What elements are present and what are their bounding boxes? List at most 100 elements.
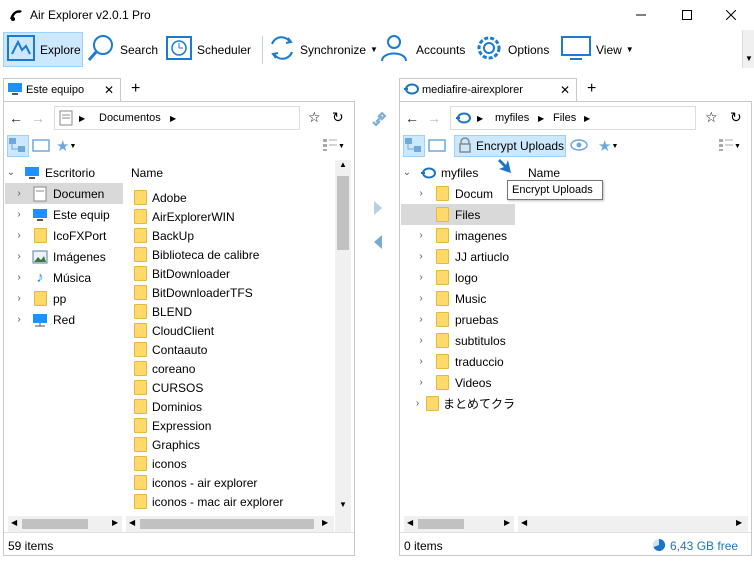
- list-item[interactable]: BitDownloaderTFS: [134, 283, 332, 302]
- list-item[interactable]: BackUp: [134, 226, 332, 245]
- new-folder-button[interactable]: [32, 135, 54, 157]
- back-arrow-icon[interactable]: ←: [9, 110, 23, 126]
- tree-item[interactable]: › pruebas: [401, 309, 515, 330]
- list-item[interactable]: Contaauto: [134, 340, 332, 359]
- tree-item[interactable]: › まとめてクラ: [401, 393, 515, 414]
- left-address-bar[interactable]: ▶ Documentos ▶: [54, 106, 300, 130]
- chevron-right-icon[interactable]: ›: [415, 314, 427, 325]
- list-item[interactable]: CloudClient: [134, 321, 332, 340]
- layout-button[interactable]: ▼: [322, 135, 352, 157]
- chevron-down-icon[interactable]: ⌄: [5, 167, 17, 178]
- favorites-button[interactable]: ★ ▼: [598, 135, 624, 157]
- accounts-button[interactable]: Accounts: [380, 32, 470, 67]
- chevron-right-icon[interactable]: ›: [415, 377, 427, 388]
- chevron-right-icon[interactable]: ›: [13, 314, 25, 325]
- scroll-right-icon[interactable]: ▶: [736, 518, 742, 527]
- list-item[interactable]: CURSOS: [134, 378, 332, 397]
- back-arrow-icon[interactable]: ←: [405, 110, 419, 126]
- chevron-right-icon[interactable]: ›: [415, 335, 427, 346]
- chevron-right-icon[interactable]: ›: [415, 356, 427, 367]
- tree-item[interactable]: › logo: [401, 267, 515, 288]
- scroll-thumb[interactable]: [337, 176, 349, 250]
- scroll-left-icon[interactable]: ◀: [407, 518, 413, 527]
- right-tree-hscrollbar[interactable]: ◀ ▶: [404, 516, 514, 532]
- link-panes-icon[interactable]: [370, 110, 388, 131]
- new-folder-button[interactable]: [428, 135, 450, 157]
- tree-item-este-equipo[interactable]: › Este equip: [5, 204, 123, 225]
- tree-item-escritorio[interactable]: ⌄ Escritorio: [5, 162, 123, 183]
- breadcrumb-myfiles[interactable]: myfiles: [495, 112, 529, 124]
- layout-button[interactable]: ▼: [718, 135, 748, 157]
- scheduler-button[interactable]: Scheduler: [165, 32, 255, 67]
- tree-item-icofxport[interactable]: › IcoFXPort: [5, 225, 123, 246]
- chevron-right-icon[interactable]: ›: [13, 209, 25, 220]
- scroll-right-icon[interactable]: ▶: [322, 518, 328, 527]
- tree-item[interactable]: › subtitulos: [401, 330, 515, 351]
- tree-item[interactable]: › imagenes: [401, 225, 515, 246]
- chevron-right-icon[interactable]: ›: [13, 272, 25, 283]
- list-item[interactable]: iconos - air explorer: [134, 473, 332, 492]
- list-item[interactable]: BitDownloader: [134, 264, 332, 283]
- add-tab-button[interactable]: +: [131, 80, 140, 98]
- scroll-down-icon[interactable]: ▼: [339, 500, 347, 509]
- tree-view-button[interactable]: [7, 135, 29, 157]
- list-item[interactable]: BLEND: [134, 302, 332, 321]
- close-tab-icon[interactable]: ✕: [104, 83, 114, 97]
- chevron-right-icon[interactable]: ›: [415, 251, 427, 262]
- list-item[interactable]: AirExplorerWIN: [134, 207, 332, 226]
- star-icon[interactable]: ☆: [308, 109, 321, 126]
- tree-item-red[interactable]: › Red: [5, 309, 123, 330]
- breadcrumb-files[interactable]: Files: [553, 112, 576, 124]
- left-vertical-scrollbar[interactable]: ▲ ▼: [335, 160, 351, 532]
- scroll-left-icon[interactable]: ◀: [521, 518, 527, 527]
- tree-view-button[interactable]: [403, 135, 425, 157]
- tree-item-pp[interactable]: › pp: [5, 288, 123, 309]
- synchronize-button[interactable]: Synchronize ▼: [268, 32, 378, 67]
- close-button[interactable]: [708, 0, 754, 30]
- chevron-down-icon[interactable]: ⌄: [401, 167, 413, 178]
- chevron-right-icon[interactable]: ›: [13, 251, 25, 262]
- list-item[interactable]: coreano: [134, 359, 332, 378]
- chevron-right-icon[interactable]: ›: [13, 188, 25, 199]
- tree-item[interactable]: Files: [401, 204, 515, 225]
- scroll-left-icon[interactable]: ◀: [129, 518, 135, 527]
- tab-este-equipo[interactable]: Este equipo ✕: [3, 78, 121, 101]
- forward-arrow-icon[interactable]: →: [427, 110, 441, 126]
- list-item[interactable]: iconos: [134, 454, 332, 473]
- tree-item-documentos[interactable]: › Documen: [5, 183, 123, 204]
- list-item[interactable]: Dominios: [134, 397, 332, 416]
- refresh-icon[interactable]: ↻: [730, 109, 742, 126]
- chevron-right-icon[interactable]: ›: [415, 230, 427, 241]
- search-button[interactable]: Search: [86, 32, 158, 67]
- view-button[interactable]: View ▼: [560, 32, 635, 67]
- list-item[interactable]: Biblioteca de calibre: [134, 245, 332, 264]
- tree-item[interactable]: › Videos: [401, 372, 515, 393]
- scroll-thumb[interactable]: [418, 519, 464, 529]
- left-list-hscrollbar[interactable]: ◀ ▶: [126, 516, 334, 532]
- tree-item[interactable]: › JJ artiuclo: [401, 246, 515, 267]
- tree-item-musica[interactable]: › ♪ Música: [5, 267, 123, 288]
- copy-right-icon[interactable]: [372, 200, 384, 219]
- tree-item[interactable]: › Docum: [401, 183, 515, 204]
- tree-item[interactable]: › Music: [401, 288, 515, 309]
- options-button[interactable]: Options: [474, 32, 556, 67]
- star-icon[interactable]: ☆: [705, 109, 718, 126]
- tab-mediafire-airexplorer[interactable]: mediafire-airexplorer ✕: [399, 78, 577, 101]
- chevron-right-icon[interactable]: ›: [415, 188, 427, 199]
- add-tab-button[interactable]: +: [587, 80, 596, 98]
- chevron-right-icon[interactable]: ›: [415, 272, 427, 283]
- maximize-button[interactable]: [664, 0, 710, 30]
- tree-item[interactable]: › traduccio: [401, 351, 515, 372]
- chevron-right-icon[interactable]: ›: [415, 398, 420, 409]
- left-tree-hscrollbar[interactable]: ◀ ▶: [8, 516, 122, 532]
- chevron-right-icon[interactable]: ›: [13, 230, 25, 241]
- scroll-up-icon[interactable]: ▲: [339, 160, 347, 169]
- toolbar-overflow-button[interactable]: ▼: [742, 30, 754, 68]
- list-item[interactable]: Graphics: [134, 435, 332, 454]
- scroll-thumb[interactable]: [22, 519, 88, 529]
- chevron-right-icon[interactable]: ›: [13, 293, 25, 304]
- right-list-hscrollbar[interactable]: ◀ ▶: [518, 516, 748, 532]
- right-address-bar[interactable]: ▶ myfiles ▶ Files ▶: [450, 106, 696, 130]
- close-tab-icon[interactable]: ✕: [560, 83, 570, 97]
- tree-item-imagenes[interactable]: › Imágenes: [5, 246, 123, 267]
